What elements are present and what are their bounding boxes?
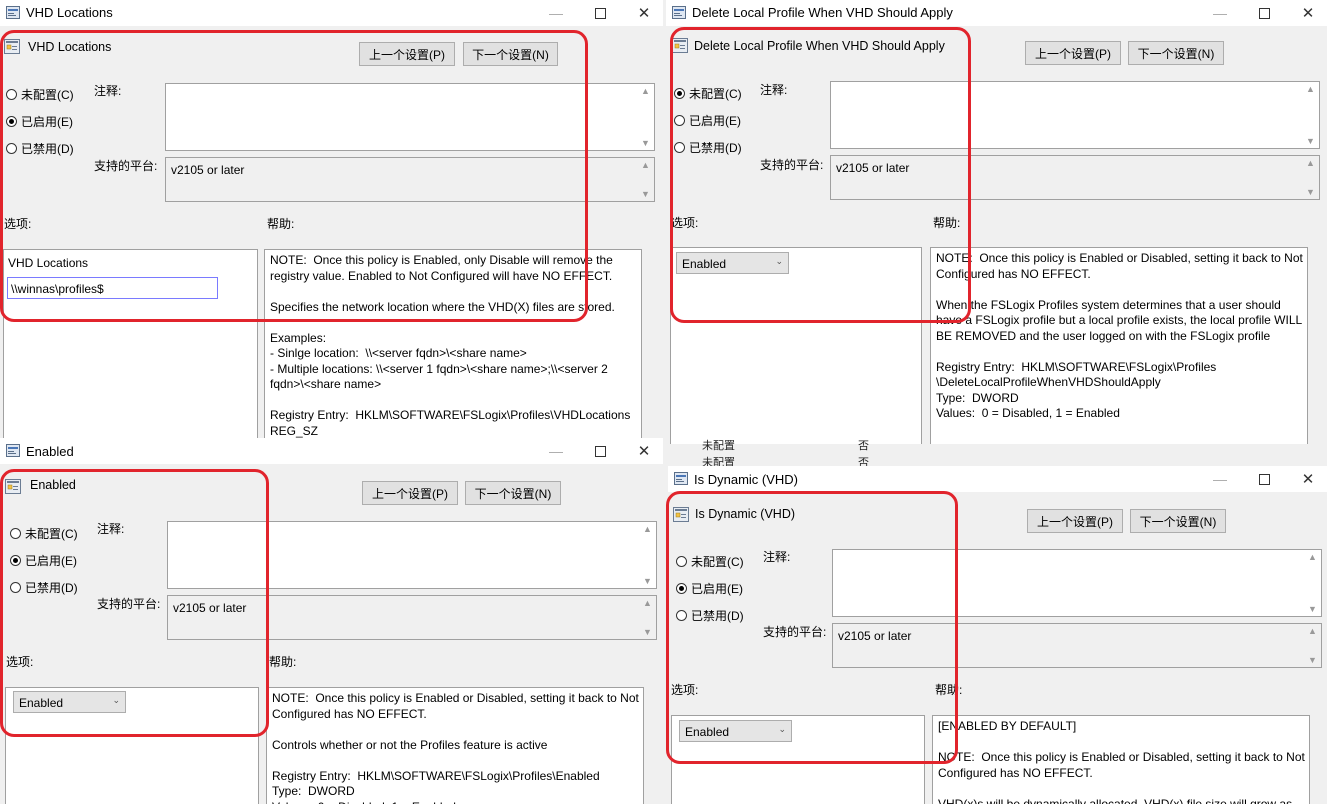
minimize-button[interactable]: —: [545, 2, 567, 24]
maximize-icon: [1258, 473, 1270, 485]
previous-setting-button[interactable]: 上一个设置(P): [1025, 41, 1121, 65]
scroll-down-icon: ▼: [643, 576, 652, 586]
scroll-down-icon: ▼: [1308, 655, 1317, 665]
policy-app-icon: [6, 6, 20, 19]
help-text: NOTE: Once this policy is Enabled or Dis…: [936, 251, 1303, 420]
next-setting-button[interactable]: 下一个设置(N): [465, 481, 561, 505]
scroll-down-icon: ▼: [1306, 187, 1315, 197]
scroll-up-icon: ▲: [643, 524, 652, 534]
close-button[interactable]: ✕: [633, 440, 655, 462]
scrollbar[interactable]: ▲ ▼: [640, 522, 656, 588]
scroll-down-icon: ▼: [641, 138, 650, 148]
highlight-box: [666, 491, 958, 764]
policy-app-icon: [672, 6, 686, 19]
highlight-box: [0, 30, 588, 322]
title-bar[interactable]: Delete Local Profile When VHD Should App…: [666, 0, 1327, 26]
minimize-icon: —: [1213, 5, 1227, 21]
scrollbar[interactable]: ▲ ▼: [1303, 82, 1319, 148]
minimize-button[interactable]: —: [1209, 468, 1231, 490]
window-title: Delete Local Profile When VHD Should App…: [692, 5, 953, 20]
title-bar[interactable]: Is Dynamic (VHD) — ✕: [668, 466, 1327, 492]
close-icon: ✕: [1301, 471, 1315, 488]
scroll-down-icon: ▼: [641, 189, 650, 199]
scroll-up-icon: ▲: [643, 598, 652, 608]
close-button[interactable]: ✕: [1297, 468, 1319, 490]
close-button[interactable]: ✕: [1297, 2, 1319, 24]
scrollbar[interactable]: ▲ ▼: [1303, 156, 1319, 199]
close-icon: ✕: [637, 5, 651, 22]
scrollbar[interactable]: ▲ ▼: [640, 596, 656, 639]
background-list-text: 否: [858, 440, 869, 452]
maximize-icon: [594, 7, 606, 19]
next-setting-button[interactable]: 下一个设置(N): [1128, 41, 1224, 65]
close-icon: ✕: [1301, 5, 1315, 22]
help-label: 帮助:: [269, 655, 297, 669]
scroll-up-icon: ▲: [1306, 158, 1315, 168]
minimize-button[interactable]: —: [1209, 2, 1231, 24]
scroll-up-icon: ▲: [1308, 552, 1317, 562]
scroll-down-icon: ▼: [1308, 604, 1317, 614]
maximize-button[interactable]: [1253, 2, 1275, 24]
scroll-up-icon: ▲: [1308, 626, 1317, 636]
scroll-up-icon: ▲: [1306, 84, 1315, 94]
highlight-box: [670, 27, 971, 323]
maximize-button[interactable]: [589, 440, 611, 462]
previous-setting-button[interactable]: 上一个设置(P): [362, 481, 458, 505]
scrollbar[interactable]: ▲ ▼: [1305, 550, 1321, 616]
scrollbar[interactable]: ▲ ▼: [638, 84, 654, 150]
maximize-button[interactable]: [1253, 468, 1275, 490]
help-pane: NOTE: Once this policy is Enabled or Dis…: [266, 687, 644, 804]
title-bar[interactable]: Enabled — ✕: [0, 438, 663, 464]
help-text: [ENABLED BY DEFAULT] NOTE: Once this pol…: [938, 719, 1305, 804]
title-bar[interactable]: VHD Locations — ✕: [0, 0, 663, 26]
scroll-down-icon: ▼: [1306, 136, 1315, 146]
window-title: VHD Locations: [26, 5, 113, 20]
window-title: Is Dynamic (VHD): [694, 472, 799, 487]
policy-app-icon: [6, 444, 20, 457]
maximize-icon: [1258, 7, 1270, 19]
window-title: Enabled: [26, 444, 74, 459]
minimize-icon: —: [549, 5, 563, 21]
scroll-up-icon: ▲: [641, 86, 650, 96]
minimize-icon: —: [549, 443, 563, 459]
help-pane: NOTE: Once this policy is Enabled or Dis…: [930, 247, 1308, 444]
minimize-button[interactable]: —: [545, 440, 567, 462]
background-list-text: 未配置: [702, 440, 735, 452]
highlight-box: [0, 469, 269, 737]
scrollbar[interactable]: ▲ ▼: [1305, 624, 1321, 667]
minimize-icon: —: [1213, 471, 1227, 487]
help-text: NOTE: Once this policy is Enabled or Dis…: [272, 691, 639, 804]
previous-setting-button[interactable]: 上一个设置(P): [1027, 509, 1123, 533]
maximize-icon: [594, 445, 606, 457]
maximize-button[interactable]: [589, 2, 611, 24]
close-button[interactable]: ✕: [633, 2, 655, 24]
help-pane: [ENABLED BY DEFAULT] NOTE: Once this pol…: [932, 715, 1310, 804]
close-icon: ✕: [637, 443, 651, 460]
scroll-down-icon: ▼: [643, 627, 652, 637]
scroll-up-icon: ▲: [641, 160, 650, 170]
next-setting-button[interactable]: 下一个设置(N): [1130, 509, 1226, 533]
scrollbar[interactable]: ▲ ▼: [638, 158, 654, 201]
policy-app-icon: [674, 472, 688, 485]
